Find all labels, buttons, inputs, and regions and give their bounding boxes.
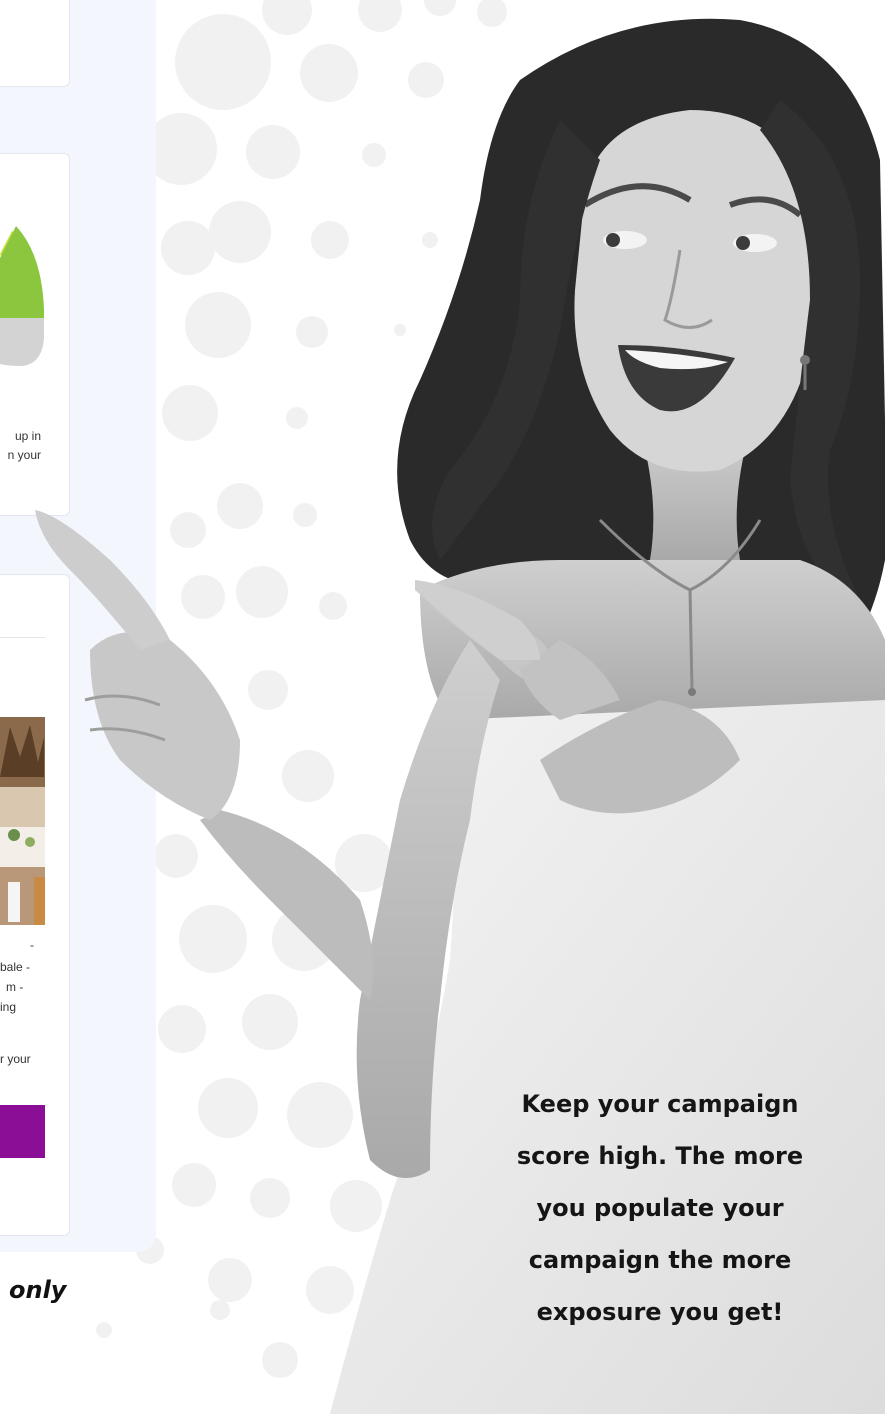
tagline-line-3: you populate your <box>536 1194 784 1222</box>
tagline-line-1: Keep your campaign <box>521 1090 799 1118</box>
tagline-line-2: score high. The more <box>516 1142 804 1170</box>
promo-stage: up in n your - bale - m - ing r your onl… <box>0 0 885 1414</box>
tagline-line-5: exposure you get! <box>536 1298 784 1326</box>
tagline-line-4: campaign the more <box>528 1246 792 1274</box>
promo-tagline: Keep your campaign score high. The more … <box>480 1078 840 1338</box>
